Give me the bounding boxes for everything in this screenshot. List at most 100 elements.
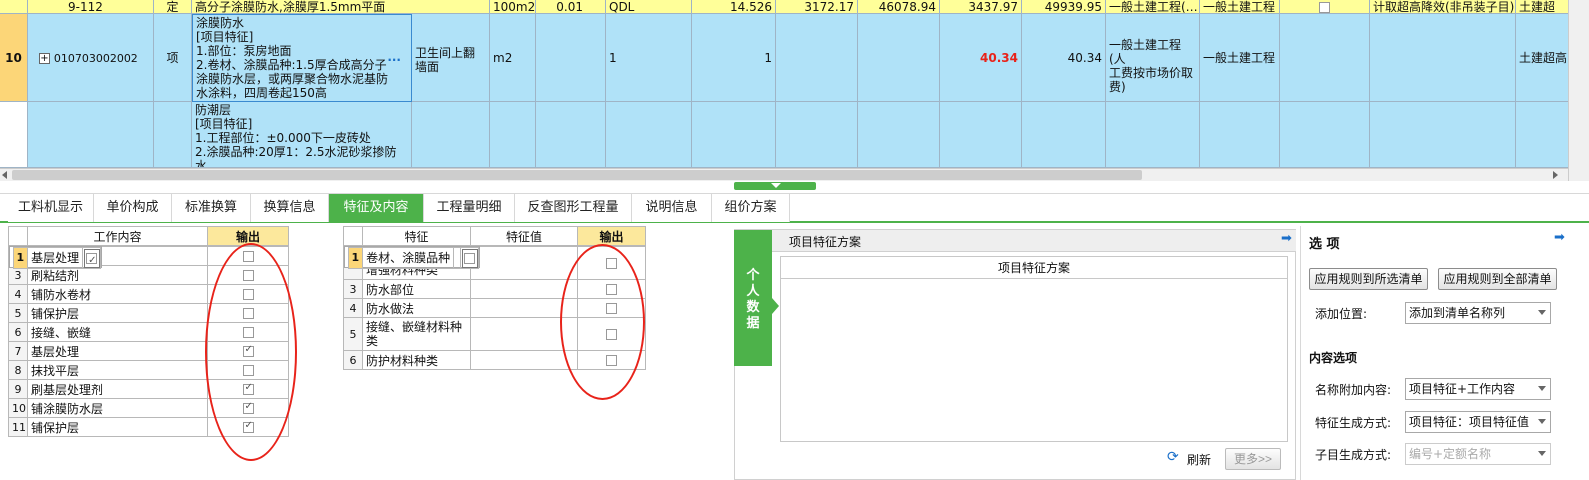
feature-cell: 卫生间上翻墙面 — [412, 14, 490, 102]
corner-cell — [343, 226, 363, 246]
name-cell[interactable]: 防潮层 [项目特征] 1.工程部位：±0.000下一皮砖处 2.涂膜品种:20厚1：2… — [192, 102, 412, 168]
feature-value-cell[interactable] — [470, 246, 578, 280]
value-cell: 3437.97 — [940, 0, 1022, 14]
scheme-column-header[interactable]: 项目特征方案 — [781, 257, 1287, 279]
refresh-icon[interactable]: ⟳ — [1167, 449, 1179, 465]
scheme-list[interactable]: 项目特征方案 — [780, 256, 1288, 442]
tab-4[interactable]: 换算信息 — [251, 194, 329, 222]
tab-1[interactable]: 工料机显示 — [8, 194, 94, 222]
type-cell: 定 — [154, 0, 192, 14]
arrow-right-icon[interactable]: ➡ — [1281, 231, 1292, 246]
apply-to-all-button[interactable]: 应用规则到全部清单 — [1438, 268, 1557, 290]
feature-value-cell[interactable] — [470, 350, 578, 370]
work-content-cell[interactable]: 刷基层处理剂 — [27, 379, 208, 399]
row-index: 1 — [12, 247, 29, 269]
output-column-header[interactable]: 输出 — [577, 226, 646, 246]
annotation-circle — [560, 244, 645, 400]
scroll-right-arrow[interactable] — [1553, 171, 1558, 179]
table-row[interactable]: 1 基层处理 — [8, 246, 103, 269]
select-value: 项目特征+工作内容 — [1409, 382, 1516, 396]
work-content-cell[interactable]: 铺防水卷材 — [27, 284, 208, 304]
panel-title: 项目特征方案 — [789, 235, 862, 249]
work-content-cell[interactable]: 铺保护层 — [27, 303, 208, 323]
text-line: 涂膜防水 — [196, 16, 245, 30]
feature-value-cell[interactable] — [453, 247, 462, 269]
output-checkbox[interactable] — [86, 251, 98, 268]
checkbox-cell[interactable] — [1280, 0, 1370, 14]
work-content-cell[interactable]: 抹找平层 — [27, 360, 208, 380]
tab-2[interactable]: 单价构成 — [94, 194, 172, 222]
feature-cell[interactable]: 卷材、涂膜品种 — [362, 247, 455, 269]
select-value: 添加到清单名称列 — [1409, 306, 1506, 320]
work-content-cell[interactable]: 接缝、嵌缝 — [27, 322, 208, 342]
refresh-button[interactable]: 刷新 — [1187, 451, 1211, 468]
tab-pointer — [772, 298, 779, 314]
vertical-scrollbar[interactable] — [1568, 0, 1589, 181]
feature-cell[interactable]: 防水做法 — [362, 298, 471, 318]
feature-cell[interactable]: 防护材料种类 — [362, 350, 471, 370]
more-icon[interactable]: ··· — [387, 53, 401, 67]
tab-6[interactable]: 工程量明细 — [424, 194, 515, 222]
panel-splitter[interactable] — [734, 182, 816, 190]
text-line: 2.卷材、涂膜品种:1.5厚合成高分子 — [196, 58, 387, 72]
unit-cell: m2 — [490, 14, 536, 102]
row-index: 6 — [343, 350, 363, 370]
name-append-label: 名称附加内容: — [1315, 383, 1392, 397]
row-index: 8 — [8, 360, 28, 380]
column-header[interactable]: 特征 — [362, 226, 471, 246]
output-cell[interactable] — [82, 247, 102, 269]
value-cell: 46078.94 — [858, 0, 940, 14]
output-checkbox[interactable] — [464, 253, 476, 264]
more-button[interactable]: 更多>> — [1225, 448, 1281, 470]
tab-8[interactable]: 说明信息 — [632, 194, 712, 222]
dropdown-arrow-icon — [1538, 310, 1546, 315]
scroll-thumb[interactable] — [12, 170, 1142, 180]
output-cell[interactable] — [460, 247, 480, 269]
name-cell[interactable]: 涂膜防水 [项目特征] 1.部位：泵房地面 2.卷材、涂膜品种:1.5厚合成高分子 涂膜… — [192, 14, 412, 102]
name-append-select[interactable]: 项目特征+工作内容 — [1405, 378, 1551, 400]
row-index: 7 — [8, 341, 28, 361]
personal-data-tab[interactable]: 个人数据 — [734, 230, 772, 366]
value-cell: 14.526 — [692, 0, 776, 14]
work-content-cell[interactable]: 铺保护层 — [27, 417, 208, 437]
work-content-cell[interactable]: 基层处理 — [27, 247, 84, 269]
scroll-left-arrow[interactable] — [2, 171, 7, 179]
feature-gen-select[interactable]: 项目特征：项目特征值 — [1405, 411, 1551, 433]
table-row[interactable]: 1 卷材、涂膜品种 — [343, 246, 481, 269]
tab-7[interactable]: 反查图形工程量 — [515, 194, 632, 222]
tab-9[interactable]: 组价方案 — [712, 194, 790, 222]
column-header[interactable]: 特征值 — [470, 226, 578, 246]
qty-cell: 1 — [606, 14, 692, 102]
tab-3[interactable]: 标准换算 — [172, 194, 251, 222]
feature-cell[interactable]: 接缝、嵌缝材料种类 — [362, 317, 471, 351]
add-position-select[interactable]: 添加到清单名称列 — [1405, 302, 1551, 324]
sub-gen-label: 子目生成方式: — [1315, 448, 1392, 462]
type-cell: 项 — [154, 14, 192, 102]
text-line: 水涂料，四周卷起150高 — [196, 86, 327, 100]
dropdown-arrow-icon — [1538, 451, 1546, 456]
row-index: 10 — [8, 398, 28, 418]
personal-data-panel: 个人数据 项目特征方案 ➡ 项目特征方案 ⟳ 刷新 更多>> — [734, 229, 1296, 480]
tab-5[interactable]: 特征及内容 — [329, 194, 424, 222]
work-content-cell[interactable]: 基层处理 — [27, 341, 208, 361]
feature-cell[interactable]: 防水部位 — [362, 279, 471, 299]
apply-to-selected-button[interactable]: 应用规则到所选清单 — [1309, 268, 1428, 290]
collapse-icon[interactable] — [771, 183, 781, 188]
sub-gen-select[interactable]: 编号+定额名称 — [1405, 443, 1551, 465]
qdl-cell: QDL — [606, 0, 692, 14]
work-content-cell[interactable]: 铺涂膜防水层 — [27, 398, 208, 418]
horizontal-scrollbar[interactable] — [0, 168, 1568, 181]
label-char: 人 — [746, 284, 760, 299]
column-header[interactable]: 工作内容 — [27, 226, 208, 246]
expand-icon[interactable]: + — [39, 53, 50, 64]
code-cell: + 010703002002 — [28, 14, 154, 102]
text-line: 费) — [1109, 80, 1126, 94]
arrow-right-icon[interactable]: ➡ — [1554, 230, 1565, 245]
feature-gen-label: 特征生成方式: — [1315, 416, 1392, 430]
text-line: [项目特征] — [195, 117, 253, 131]
code-cell: 9-112 — [28, 0, 154, 14]
checkbox[interactable] — [1319, 2, 1330, 13]
row-index: 4 — [343, 298, 363, 318]
text-line: 2.涂膜品种:20厚1：2.5水泥砂浆掺防水 — [195, 145, 397, 168]
text-line: 1.部位：泵房地面 — [196, 44, 292, 58]
